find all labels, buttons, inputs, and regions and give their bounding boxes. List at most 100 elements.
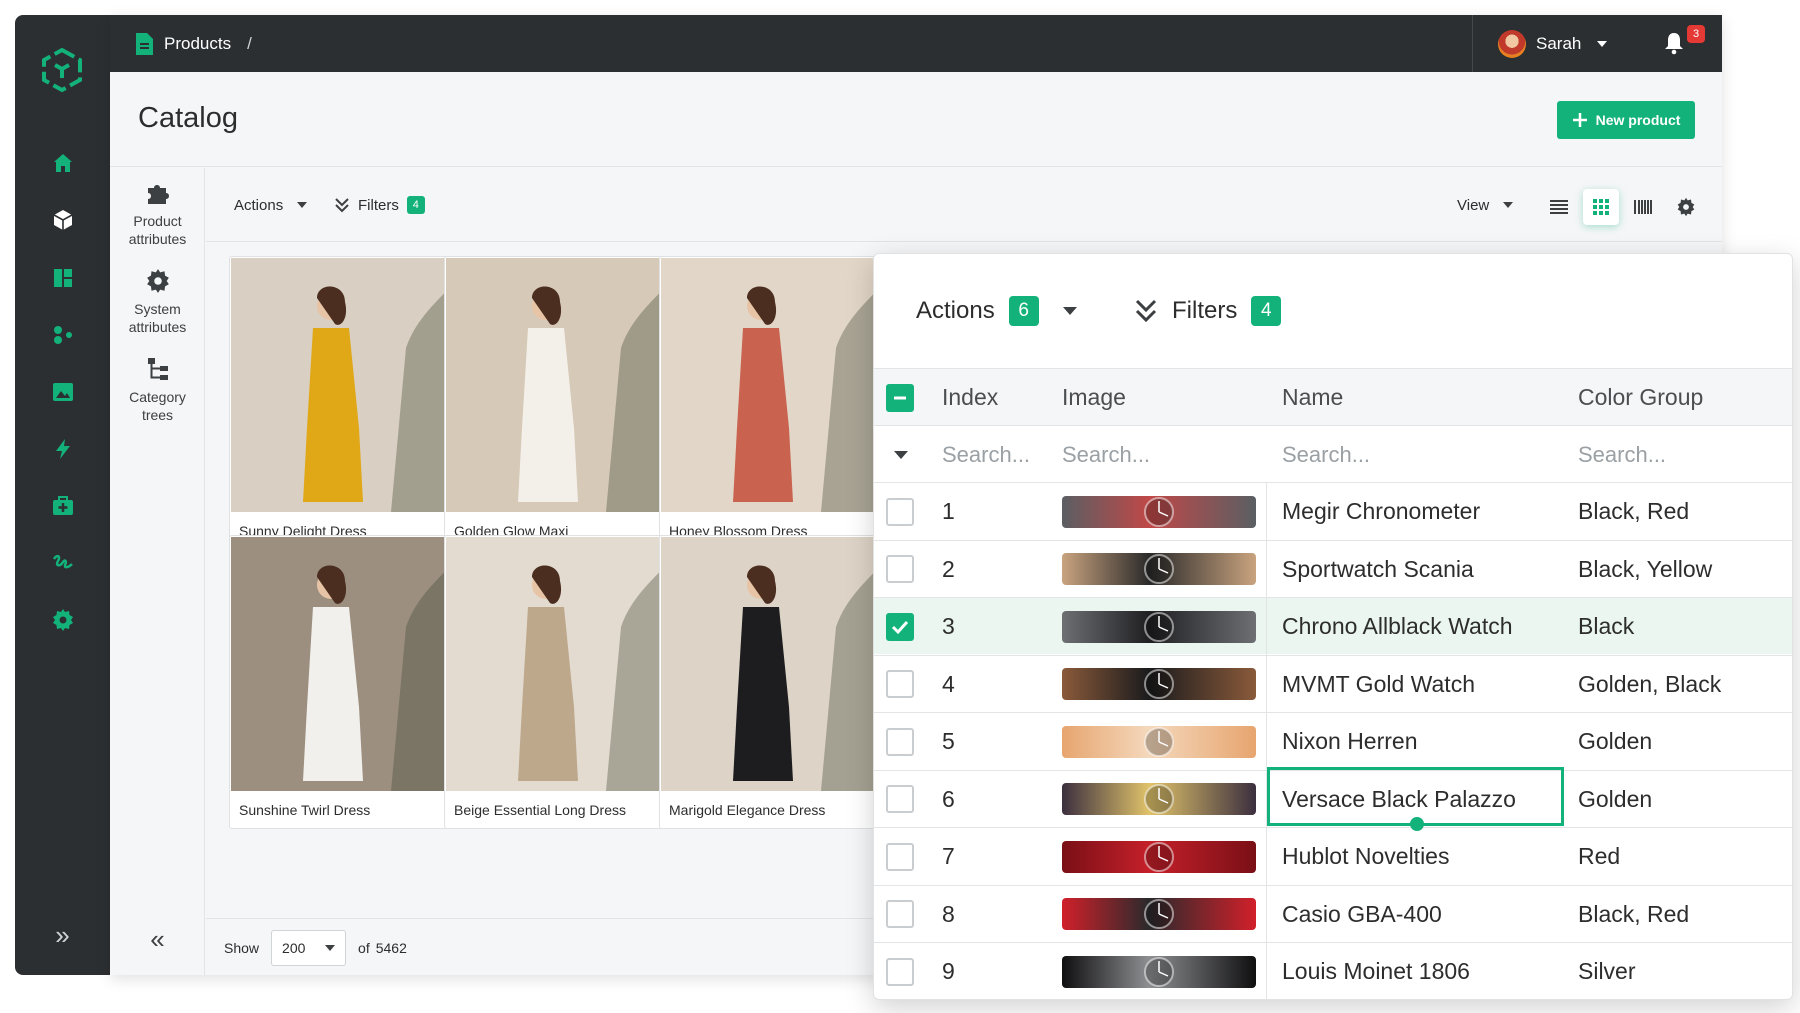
image-cell[interactable] [1062,598,1256,655]
nav-workflow[interactable] [15,543,110,583]
page-size-select[interactable]: 200 [271,929,347,966]
nav-home[interactable] [15,143,110,183]
row-checkbox[interactable] [886,670,914,698]
nav-dashboard[interactable] [15,258,110,298]
index-cell[interactable]: 4 [942,656,955,713]
column-header-color-group[interactable]: Color Group [1578,369,1703,426]
bell-icon[interactable] [1662,31,1686,55]
nav-kit[interactable] [15,486,110,526]
column-separator [1266,540,1267,598]
row-checkbox[interactable] [886,842,914,871]
product-card[interactable]: Marigold Elegance Dress [659,535,881,829]
name-cell[interactable]: Chrono Allblack Watch [1282,598,1513,655]
product-card[interactable]: Honey Blossom Dress [659,256,881,550]
color-group-cell[interactable]: Red [1578,828,1620,885]
table-row[interactable]: 5 Nixon Herren Golden [874,712,1792,770]
table-row[interactable]: 2 Sportwatch Scania Black, Yellow [874,539,1792,598]
cell-edit-highlight[interactable] [1267,767,1564,831]
name-cell[interactable]: Sportwatch Scania [1282,541,1474,598]
column-header-index[interactable]: Index [942,369,998,426]
collapse-sidepanel-button[interactable]: « [110,924,205,955]
table-row[interactable]: 8 Casio GBA-400 Black, Red [874,884,1792,943]
app-logo-icon[interactable] [39,47,85,93]
nav-automation[interactable] [15,429,110,469]
sidepanel-product-attributes[interactable]: Product attributes [110,180,205,248]
index-cell[interactable]: 9 [942,943,955,999]
name-cell[interactable]: Megir Chronometer [1282,483,1480,540]
table-row[interactable]: 4 MVMT Gold Watch Golden, Black [874,654,1792,713]
index-cell[interactable]: 1 [942,483,955,540]
image-cell[interactable] [1062,943,1256,999]
index-cell[interactable]: 8 [942,886,955,943]
list-view-button[interactable] [1541,189,1577,225]
color-group-cell[interactable]: Black, Yellow [1578,541,1712,598]
chevron-down-icon[interactable] [894,450,908,459]
image-cell[interactable] [1062,541,1256,598]
row-checkbox[interactable] [886,612,914,641]
color-group-cell[interactable]: Black, Red [1578,886,1689,943]
view-dropdown[interactable]: View [1457,168,1514,242]
row-checkbox[interactable] [886,555,914,583]
index-cell[interactable]: 2 [942,541,955,598]
view-settings-button[interactable] [1668,189,1704,225]
color-group-cell[interactable]: Black, Red [1578,483,1689,540]
nav-media[interactable] [15,372,110,412]
name-cell[interactable]: Casio GBA-400 [1282,886,1442,943]
product-card[interactable]: Sunny Delight Dress [229,256,451,550]
row-checkbox[interactable] [886,727,914,756]
select-all-checkbox[interactable] [886,383,914,412]
grid-view-button[interactable] [1583,189,1619,225]
product-card[interactable]: Sunshine Twirl Dress [229,535,451,829]
color-group-cell[interactable]: Golden [1578,713,1652,770]
image-cell[interactable] [1062,771,1256,828]
search-input-image[interactable]: Search... [1062,426,1150,483]
nav-settings[interactable] [15,600,110,640]
row-checkbox[interactable] [886,957,914,986]
row-checkbox[interactable] [886,785,914,813]
image-cell[interactable] [1062,828,1256,885]
breadcrumb-products[interactable]: Products [164,34,231,54]
sidepanel-system-attributes[interactable]: System attributes [110,268,205,336]
column-header-image[interactable]: Image [1062,369,1126,426]
name-cell[interactable]: Nixon Herren [1282,713,1418,770]
filters-button[interactable]: Filters 4 [334,168,425,242]
table-row[interactable]: 3 Chrono Allblack Watch Black [874,597,1792,655]
user-menu[interactable]: Sarah [1498,15,1608,72]
color-group-cell[interactable]: Silver [1578,943,1636,999]
index-cell[interactable]: 6 [942,771,955,828]
color-group-cell[interactable]: Black [1578,598,1634,655]
sidepanel-category-trees[interactable]: Category trees [110,356,205,424]
search-input-color-group[interactable]: Search... [1578,426,1666,483]
new-product-button[interactable]: New product [1557,101,1695,139]
search-input-index[interactable]: Search... [942,426,1030,483]
table-row[interactable]: 7 Hublot Novelties Red [874,827,1792,885]
product-card[interactable]: Beige Essential Long Dress [444,535,666,829]
nav-cluster[interactable] [15,315,110,355]
expand-rail-button[interactable]: » [15,915,110,955]
index-cell[interactable]: 5 [942,713,955,770]
drag-handle[interactable] [1410,817,1424,831]
name-cell[interactable]: MVMT Gold Watch [1282,656,1475,713]
image-cell[interactable] [1062,886,1256,943]
table-actions-dropdown[interactable]: Actions 6 [916,254,1077,368]
name-cell[interactable]: Hublot Novelties [1282,828,1449,885]
index-cell[interactable]: 3 [942,598,955,655]
name-cell[interactable]: Louis Moinet 1806 [1282,943,1470,999]
product-card[interactable]: Golden Glow Maxi [444,256,666,550]
index-cell[interactable]: 7 [942,828,955,885]
image-cell[interactable] [1062,713,1256,770]
row-checkbox[interactable] [886,497,914,526]
image-cell[interactable] [1062,656,1256,713]
table-row[interactable]: 1 Megir Chronometer Black, Red [874,482,1792,540]
image-cell[interactable] [1062,483,1256,540]
nav-products[interactable] [15,200,110,240]
color-group-cell[interactable]: Golden [1578,771,1652,828]
row-checkbox[interactable] [886,900,914,928]
search-input-name[interactable]: Search... [1282,426,1370,483]
actions-dropdown[interactable]: Actions [234,168,308,242]
column-header-name[interactable]: Name [1282,369,1343,426]
columns-view-button[interactable] [1625,189,1661,225]
table-row[interactable]: 9 Louis Moinet 1806 Silver [874,942,1792,999]
table-filters-button[interactable]: Filters 4 [1134,254,1282,368]
color-group-cell[interactable]: Golden, Black [1578,656,1721,713]
